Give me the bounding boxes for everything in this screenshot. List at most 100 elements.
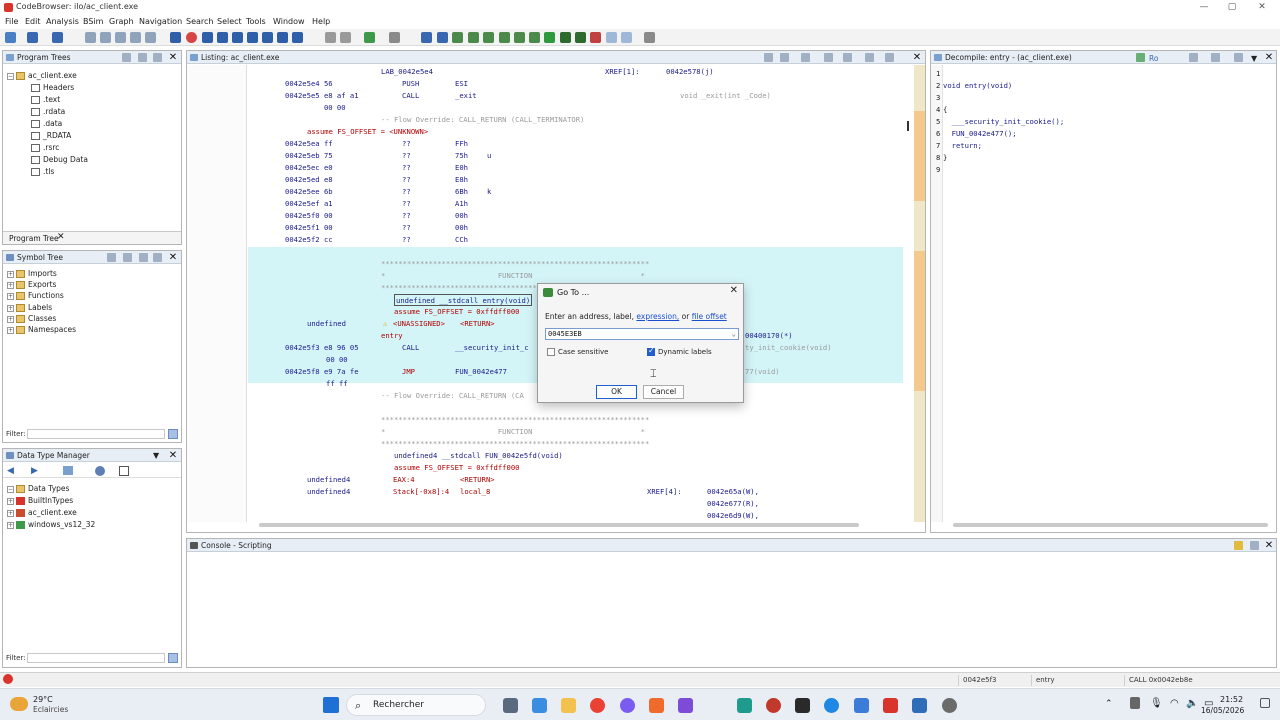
dtm-collapse-icon[interactable] (119, 466, 129, 476)
tab-program-tree[interactable]: Program Tree (9, 234, 59, 243)
menu-bsim[interactable]: BSim (83, 17, 103, 26)
close-symbol-tree-icon[interactable]: ✕ (168, 251, 178, 264)
function-signature[interactable]: undefined __stdcall entry(void) (394, 294, 533, 306)
save-icon[interactable] (5, 32, 16, 43)
listing-row[interactable]: 00 00 (285, 102, 346, 114)
tool-icon-b[interactable] (340, 32, 351, 43)
listing-mnemonic[interactable]: CALL (402, 90, 419, 102)
notepad-icon[interactable] (912, 698, 927, 713)
tree-item[interactable]: .text (31, 94, 60, 105)
listing-operand[interactable]: E0h (455, 162, 468, 174)
function-signature[interactable]: undefined4 __stdcall FUN_0042e5fd(void) (394, 450, 563, 462)
console-lock-icon[interactable] (1234, 541, 1243, 550)
listing-operand[interactable]: E8h (455, 174, 468, 186)
table-icon[interactable] (468, 32, 479, 43)
listing-xref[interactable]: 00400170(*) (745, 330, 793, 342)
listing-operand[interactable]: 00h (455, 222, 468, 234)
close-window-button[interactable]: ✕ (1254, 1, 1270, 13)
listing-xref-target[interactable]: 0042e578(j) (666, 66, 714, 78)
red-app-icon[interactable] (766, 698, 781, 713)
listing-operand[interactable]: __security_init_c (455, 342, 529, 354)
brave-icon[interactable] (649, 698, 664, 713)
ok-button[interactable]: OK (596, 385, 637, 399)
function-graph-icon[interactable] (529, 32, 540, 43)
trace-icon[interactable] (590, 32, 601, 43)
decompile-line[interactable]: } (943, 152, 947, 164)
maximize-button[interactable]: ▢ (1224, 1, 1240, 13)
extra-tool-icon[interactable] (644, 32, 655, 43)
run-script-icon[interactable] (544, 32, 555, 43)
chrome-icon[interactable] (590, 698, 605, 713)
listing-operand[interactable]: 75h (455, 150, 468, 162)
taskbar-search[interactable]: ⌕ Rechercher (346, 694, 486, 716)
listing-row[interactable]: 0042e5ed e8 (285, 174, 333, 186)
graph-icon[interactable] (452, 32, 463, 43)
listing-row[interactable]: 0042e5eb 75 (285, 150, 333, 162)
refresh-icon[interactable] (1136, 53, 1145, 62)
emulator-icon[interactable] (575, 32, 586, 43)
menu-window[interactable]: Window (273, 17, 305, 26)
dtm-row[interactable]: + windows_vs12_32 (7, 519, 95, 530)
stop-icon[interactable] (186, 32, 197, 43)
listing-mnemonic[interactable]: PUSH (402, 78, 419, 90)
listing-xref-target[interactable]: 0042e677(R), (707, 498, 759, 510)
nav-icon-2[interactable] (100, 32, 111, 43)
dtm-row[interactable]: + BuiltInTypes (7, 495, 73, 506)
listing-xref-target[interactable]: 0042e6d9(W), (707, 510, 759, 522)
listing-menu-icon[interactable] (885, 53, 894, 62)
listing-mnemonic[interactable]: ?? (402, 198, 411, 210)
i-icon[interactable] (217, 32, 228, 43)
terminal-icon[interactable] (795, 698, 810, 713)
tree-item[interactable]: Debug Data (31, 154, 88, 165)
decompile-menu-icon[interactable]: ▼ (1251, 52, 1257, 65)
nav-icon-3[interactable] (115, 32, 126, 43)
close-data-type-manager-icon[interactable]: ✕ (168, 449, 178, 462)
nav-icon-1[interactable] (85, 32, 96, 43)
down-arrow-icon[interactable] (170, 32, 181, 43)
file-explorer-icon[interactable] (561, 698, 576, 713)
dtm-forward-icon[interactable]: ▶ (31, 466, 38, 476)
close-decompile-icon[interactable]: ✕ (1264, 51, 1274, 64)
listing-operand[interactable]: FFh (455, 138, 468, 150)
decompile-line[interactable]: return; (943, 140, 982, 152)
bytes-icon[interactable] (499, 32, 510, 43)
listing-row[interactable]: 0042e5ef a1 (285, 198, 333, 210)
tree-item[interactable]: .data (31, 118, 62, 129)
listing-operand[interactable]: A1h (455, 198, 468, 210)
listing-xref-target[interactable]: 0042e65a(W), (707, 486, 759, 498)
symbol-action-icon-3[interactable] (139, 253, 148, 262)
redo-icon[interactable] (389, 32, 400, 43)
dialog-close-icon[interactable]: ✕ (730, 285, 738, 296)
discord-icon[interactable] (620, 698, 635, 713)
weather-icon[interactable] (10, 697, 28, 711)
listing-snapshot-icon[interactable] (865, 53, 874, 62)
console-clear-icon[interactable] (1250, 541, 1259, 550)
symbol-action-icon-1[interactable] (107, 253, 116, 262)
close-console-icon[interactable]: ✕ (1264, 539, 1274, 552)
nav-icon-5[interactable] (145, 32, 156, 43)
listing-mnemonic[interactable]: ?? (402, 174, 411, 186)
listing-mnemonic[interactable]: ?? (402, 138, 411, 150)
listing-row[interactable]: 0042e5e5 e8 af a1 (285, 90, 359, 102)
settings-gear-icon[interactable] (942, 698, 957, 713)
listing-action-icon-5[interactable] (843, 53, 852, 62)
listing-row[interactable]: LAB_0042e5e4 (381, 66, 433, 78)
symbol-row[interactable]: + Functions (7, 290, 64, 301)
filter-options-icon[interactable] (168, 429, 178, 439)
edge-icon[interactable] (824, 698, 839, 713)
tree-action-icon-2[interactable] (138, 53, 147, 62)
listing-row[interactable]: 0042e5e4 56 (285, 78, 333, 90)
menu-tools[interactable]: Tools (246, 17, 266, 26)
symbol-action-icon-2[interactable] (123, 253, 132, 262)
tree-item[interactable]: .tls (31, 166, 54, 177)
dtm-row[interactable]: − Data Types (7, 483, 69, 494)
decompile-snapshot-icon[interactable] (1234, 53, 1243, 62)
tree-item[interactable]: _RDATA (31, 130, 71, 141)
file-offset-link[interactable]: file offset (692, 312, 727, 321)
debugger-icon[interactable] (560, 32, 571, 43)
tree-item[interactable]: Headers (31, 82, 74, 93)
symbol-row[interactable]: + Imports (7, 268, 57, 279)
tray-app-icon[interactable] (1130, 697, 1140, 709)
back-arrow-icon[interactable] (27, 32, 38, 43)
symbol-row[interactable]: + Namespaces (7, 324, 76, 335)
